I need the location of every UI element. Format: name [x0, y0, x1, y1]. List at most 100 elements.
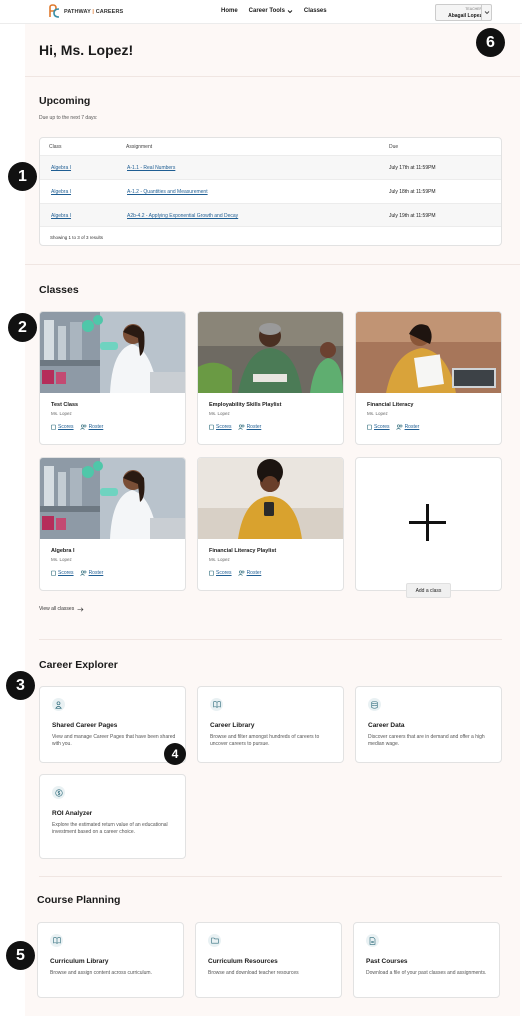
book-icon	[50, 934, 63, 947]
clipboard-icon	[209, 424, 214, 430]
class-name: Financial Literacy	[367, 402, 414, 408]
feature-description: Discover careers that are in demand and …	[368, 734, 485, 748]
class-photo-finance	[356, 312, 501, 393]
class-card-algebra-i[interactable]: Algebra I Ms. Lopez Scores Roster	[39, 457, 186, 591]
nav-links: Home Career Tools Classes	[221, 8, 327, 14]
scores-link[interactable]: Scores	[51, 570, 74, 576]
file-icon	[366, 934, 379, 947]
add-class-button[interactable]: Add a class	[406, 583, 451, 598]
class-teacher: Ms. Lopez	[51, 411, 72, 416]
feature-title: ROI Analyzer	[52, 810, 93, 817]
roster-link[interactable]: Roster	[237, 424, 262, 430]
table-results-count: Showing 1 to 3 of 3 results	[50, 235, 104, 240]
scores-label: Scores	[216, 424, 232, 430]
upcoming-heading: Upcoming	[39, 95, 91, 107]
assignment-link[interactable]: A2b-4.2 - Applying Exponential Growth an…	[127, 213, 238, 219]
logo-mark-icon	[49, 4, 60, 18]
class-links: Scores Roster	[209, 424, 261, 430]
user-menu-toggle[interactable]	[481, 5, 491, 20]
database-icon	[368, 698, 381, 711]
class-teacher: Ms. Lopez	[51, 557, 72, 562]
assignment-link[interactable]: A-1.2 - Quantities and Measurement	[127, 189, 208, 195]
class-link[interactable]: Algebra I	[51, 165, 71, 171]
class-name: Algebra I	[51, 548, 75, 554]
feature-description: Browse and filter amongst hundreds of ca…	[210, 734, 320, 748]
roi-analyzer-card[interactable]: ROI Analyzer Explore the estimated retur…	[39, 774, 186, 859]
callout-badge-3: 3	[6, 671, 35, 700]
class-photo-lab	[40, 458, 185, 539]
roster-link[interactable]: Roster	[79, 424, 103, 430]
scores-link[interactable]: Scores	[209, 570, 232, 576]
nav-link-classes[interactable]: Classes	[304, 8, 327, 14]
scores-link[interactable]: Scores	[209, 424, 232, 430]
feature-title: Past Courses	[366, 958, 408, 965]
upcoming-subtitle: Due up to the next 7 days:	[39, 115, 98, 121]
career-library-card[interactable]: Career Library Browse and filter amongst…	[197, 686, 344, 763]
class-card-financial-literacy-playlist[interactable]: Financial Literacy Playlist Ms. Lopez Sc…	[197, 457, 344, 591]
view-all-classes-label: View all classes	[39, 606, 75, 612]
class-name: Employability Skills Playlist	[209, 402, 282, 408]
class-links: Scores Roster	[51, 424, 103, 430]
users-icon	[79, 570, 86, 576]
column-header-due: Due	[389, 144, 399, 150]
feature-description: Browse and download teacher resources	[208, 970, 299, 976]
roster-label: Roster	[88, 570, 104, 576]
callout-badge-2: 2	[8, 313, 37, 342]
roster-label: Roster	[246, 424, 262, 430]
scores-link[interactable]: Scores	[367, 424, 390, 430]
roster-link[interactable]: Roster	[79, 570, 104, 576]
due-date: July 19th at 11:59PM	[389, 213, 436, 219]
assignment-link[interactable]: A-1.1 - Real Numbers	[127, 165, 175, 171]
view-all-classes-link[interactable]: View all classes	[39, 606, 84, 612]
user-menu[interactable]: TEACHER Abagail Lopez	[435, 4, 492, 21]
table-row: Algebra I A2b-4.2 - Applying Exponential…	[40, 203, 501, 227]
book-icon	[210, 698, 223, 711]
past-courses-card[interactable]: Past Courses Download a file of your pas…	[353, 922, 500, 998]
section-divider	[25, 264, 520, 265]
section-divider	[39, 639, 502, 640]
curriculum-resources-card[interactable]: Curriculum Resources Browse and download…	[195, 922, 342, 998]
logo-text: PATHWAY | CAREERS	[64, 8, 124, 15]
class-photo-phone	[198, 458, 343, 539]
column-header-class: Class	[49, 144, 62, 150]
callout-badge-6: 6	[476, 28, 505, 57]
feature-title: Career Data	[368, 722, 405, 729]
callout-badge-5: 5	[6, 941, 35, 970]
roster-link[interactable]: Roster	[395, 424, 419, 430]
dollar-icon	[52, 786, 65, 799]
class-links: Scores Roster	[51, 570, 103, 576]
folder-icon	[208, 934, 221, 947]
user-role: TEACHER	[465, 7, 482, 11]
clipboard-icon	[209, 570, 214, 576]
class-teacher: Ms. Lopez	[367, 411, 388, 416]
chevron-down-icon	[287, 9, 293, 13]
nav-link-home[interactable]: Home	[221, 8, 238, 14]
feature-description: View and manage Career Pages that have b…	[52, 734, 176, 748]
feature-title: Curriculum Resources	[208, 958, 278, 965]
class-link[interactable]: Algebra I	[51, 213, 71, 219]
career-data-card[interactable]: Career Data Discover careers that are in…	[355, 686, 502, 763]
users-icon	[237, 424, 244, 430]
callout-badge-4: 4	[164, 743, 186, 765]
class-card-financial-literacy[interactable]: Financial Literacy Ms. Lopez Scores Rost…	[355, 311, 502, 445]
logo[interactable]: PATHWAY | CAREERS	[48, 4, 123, 19]
scores-label: Scores	[374, 424, 390, 430]
class-link[interactable]: Algebra I	[51, 189, 71, 195]
curriculum-library-card[interactable]: Curriculum Library Browse and assign con…	[37, 922, 184, 998]
section-divider	[25, 76, 520, 77]
clipboard-icon	[51, 424, 56, 430]
nav-link-career-tools[interactable]: Career Tools	[249, 8, 293, 14]
feature-description: Download a file of your past classes and…	[366, 970, 487, 976]
users-icon	[79, 424, 86, 430]
class-card-employability-skills-playlist[interactable]: Employability Skills Playlist Ms. Lopez …	[197, 311, 344, 445]
scores-link[interactable]: Scores	[51, 424, 74, 430]
class-card-test-class[interactable]: Test Class Ms. Lopez Scores Roster	[39, 311, 186, 445]
class-photo-meeting	[198, 312, 343, 393]
users-icon	[395, 424, 402, 430]
roster-label: Roster	[246, 570, 262, 576]
user-name: Abagail Lopez	[448, 13, 482, 19]
class-links: Scores Roster	[367, 424, 419, 430]
due-date: July 17th at 11:59PM	[389, 165, 436, 171]
class-teacher: Ms. Lopez	[209, 557, 230, 562]
roster-link[interactable]: Roster	[237, 570, 262, 576]
